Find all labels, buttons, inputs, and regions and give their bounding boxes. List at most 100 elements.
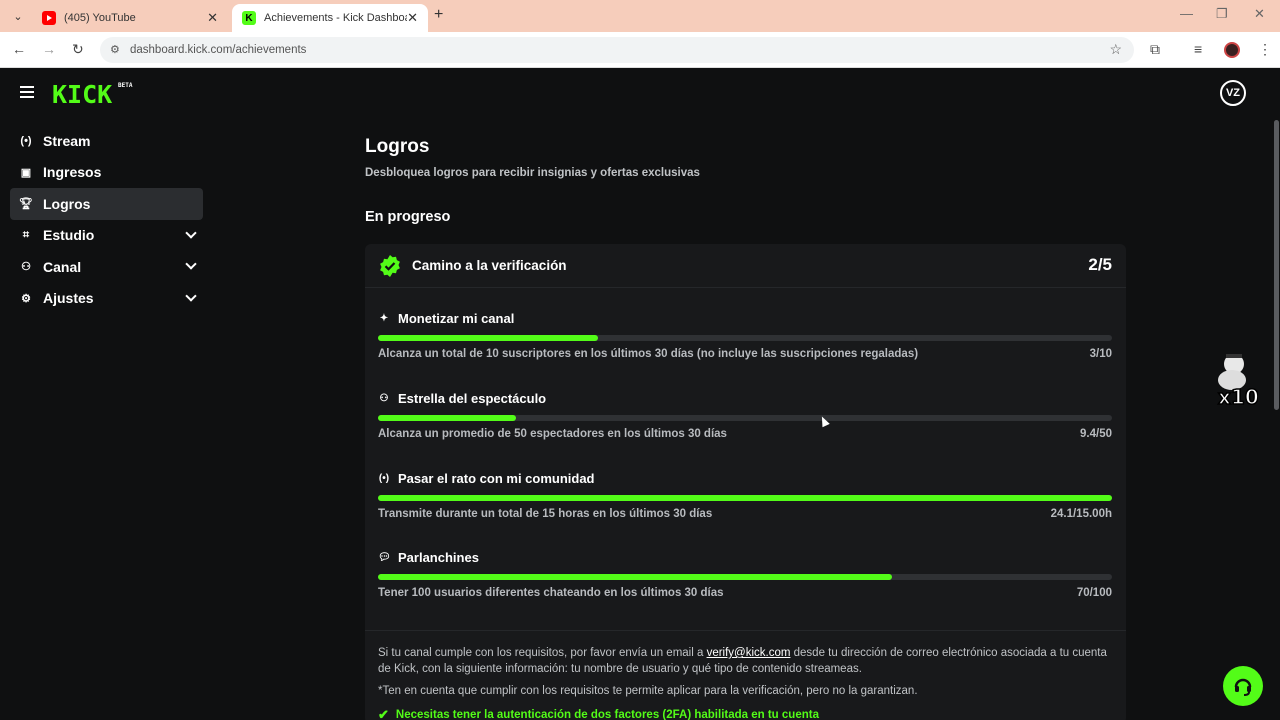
- forward-icon[interactable]: →: [42, 41, 56, 57]
- progress-fill: [378, 415, 516, 421]
- back-icon[interactable]: ←: [12, 41, 26, 57]
- sidebar-item-stream[interactable]: (•) Stream: [10, 125, 203, 157]
- sidebar-item-label: Logros: [43, 195, 91, 212]
- trophy-icon: 🏆︎: [19, 198, 33, 211]
- goal-value: 9.4/50: [1080, 428, 1112, 440]
- tab-search-dropdown[interactable]: ⌄: [8, 6, 28, 26]
- info-paragraph: Si tu canal cumple con los requisitos, p…: [378, 645, 1118, 677]
- goal-value: 3/10: [1089, 348, 1112, 360]
- progress-fill: [378, 574, 892, 580]
- achievement-card: Camino a la verificación 2/5 ✦ Monetizar …: [365, 244, 1126, 720]
- check-icon: ✔: [378, 707, 389, 720]
- page-subtitle: Desbloquea logros para recibir insignias…: [365, 167, 700, 179]
- verification-info: Si tu canal cumple con los requisitos, p…: [365, 630, 1126, 720]
- goal-description: Alcanza un total de 10 suscriptores en l…: [378, 348, 919, 360]
- info-note: *Ten en cuenta que cumplir con los requi…: [378, 685, 918, 697]
- chat-icon: 💬︎: [378, 552, 391, 563]
- close-tab-icon[interactable]: ✕: [207, 10, 218, 26]
- progress-fill: [378, 495, 1112, 501]
- url-text: dashboard.kick.com/achievements: [130, 44, 307, 56]
- gear-icon: ⚙: [21, 292, 31, 305]
- sidebar-item-canal[interactable]: ⚇ Canal: [10, 251, 203, 283]
- sidebar-item-ajustes[interactable]: ⚙ Ajustes: [10, 283, 203, 315]
- sidebar-item-label: Ingresos: [43, 164, 102, 181]
- progress-bar: [378, 495, 1112, 501]
- chart-icon: ▣: [20, 166, 32, 179]
- info-text: Si tu canal cumple con los requisitos, p…: [378, 647, 707, 659]
- sidebar-item-label: Canal: [43, 258, 82, 275]
- broadcast-icon: (•): [378, 473, 390, 484]
- tab-youtube[interactable]: (405) YouTube ✕: [32, 4, 228, 32]
- goal-value: 24.1/15.00h: [1050, 508, 1112, 520]
- avatar-initials: VZ: [1225, 87, 1241, 99]
- goal-title: Monetizar mi canal: [398, 311, 515, 326]
- hamburger-menu-icon[interactable]: [20, 86, 34, 98]
- broadcast-icon: (•): [20, 134, 32, 147]
- sidebar-item-estudio[interactable]: ⌗ Estudio: [10, 220, 203, 252]
- more-menu-icon[interactable]: ⋮: [1258, 41, 1272, 58]
- progress-fill: [378, 335, 599, 341]
- achievement-title: Camino a la verificación: [412, 258, 567, 273]
- app-header: KICK BETA: [0, 68, 1280, 120]
- media-control-icon[interactable]: ≡: [1194, 41, 1202, 57]
- chevron-down-icon[interactable]: [185, 258, 197, 270]
- tab-title: (405) YouTube: [64, 12, 136, 24]
- sidebar: (•) Stream ▣ Ingresos 🏆︎ Logros ⌗ Estudi…: [10, 125, 203, 314]
- user-avatar[interactable]: VZ: [1220, 80, 1246, 106]
- sidebar-item-label: Stream: [43, 132, 91, 149]
- chevron-down-icon[interactable]: [185, 226, 197, 239]
- goal-title: Pasar el rato con mi comunidad: [398, 471, 595, 486]
- channel-icon: ⚇: [21, 261, 31, 274]
- site-info-icon[interactable]: ⚙: [110, 43, 120, 56]
- goal-description: Tener 100 usuarios diferentes chateando …: [378, 587, 724, 599]
- goal-title: Parlanchines: [398, 550, 479, 565]
- close-tab-icon[interactable]: ✕: [407, 10, 418, 26]
- sidebar-item-label: Ajustes: [43, 290, 94, 307]
- address-bar[interactable]: ⚙ dashboard.kick.com/achievements ☆: [100, 37, 1134, 63]
- achievement-header[interactable]: Camino a la verificación 2/5: [365, 244, 1126, 288]
- progress-bar: [378, 574, 1112, 580]
- overlay-sticker-icon: x10: [1217, 354, 1258, 408]
- support-chat-button[interactable]: [1223, 666, 1263, 706]
- browser-tab-bar: ⌄ (405) YouTube ✕ K Achievements - Kick …: [0, 0, 1280, 32]
- youtube-favicon-icon: [42, 11, 56, 25]
- progress-bar: [378, 335, 1112, 341]
- svg-text:x10: x10: [1218, 385, 1258, 408]
- scrollbar[interactable]: [1274, 120, 1279, 410]
- kick-favicon-icon: K: [242, 11, 256, 25]
- verified-badge-icon: [380, 255, 400, 277]
- headset-icon: [1234, 678, 1252, 696]
- profile-avatar-icon[interactable]: [1224, 42, 1240, 58]
- extensions-icon[interactable]: ⧉: [1150, 41, 1160, 58]
- requirement-text: Necesitas tener la autenticación de dos …: [395, 709, 819, 720]
- sidebar-item-label: Estudio: [43, 227, 95, 244]
- sidebar-item-logros[interactable]: 🏆︎ Logros: [10, 188, 203, 220]
- browser-toolbar: ← → ↻ ⚙ dashboard.kick.com/achievements …: [0, 32, 1280, 68]
- goal-value: 70/100: [1076, 587, 1112, 599]
- close-window-icon[interactable]: ✕: [1254, 6, 1265, 22]
- minimize-icon[interactable]: —: [1180, 6, 1193, 21]
- tab-title: Achievements - Kick Dashboard: [264, 12, 408, 24]
- users-icon: ⚇: [379, 393, 389, 404]
- reload-icon[interactable]: ↻: [72, 41, 84, 58]
- sidebar-item-ingresos[interactable]: ▣ Ingresos: [10, 157, 203, 189]
- section-title: En progreso: [365, 209, 451, 225]
- page-title: Logros: [365, 136, 430, 157]
- goal-title: Estrella del espectáculo: [398, 391, 547, 406]
- achievement-count: 2/5: [1088, 255, 1112, 274]
- goal-description: Transmite durante un total de 15 horas e…: [378, 508, 713, 520]
- email-link[interactable]: verify@kick.com: [707, 647, 791, 659]
- progress-bar: [378, 415, 1112, 421]
- studio-icon: ⌗: [22, 228, 30, 241]
- tab-achievements[interactable]: K Achievements - Kick Dashboard ✕: [232, 4, 428, 32]
- logo-text: KICK: [52, 80, 113, 109]
- restore-icon[interactable]: ❐: [1216, 6, 1228, 22]
- bookmark-star-icon[interactable]: ☆: [1109, 41, 1122, 58]
- requirement-item: ✔ Necesitas tener la autenticación de do…: [378, 707, 819, 720]
- sparkle-icon: ✦: [379, 313, 389, 324]
- goal-description: Alcanza un promedio de 50 espectadores e…: [378, 428, 727, 440]
- beta-badge: BETA: [118, 82, 133, 89]
- kick-logo[interactable]: KICK BETA: [52, 80, 132, 109]
- chevron-down-icon[interactable]: [185, 289, 197, 302]
- new-tab-button[interactable]: +: [434, 6, 443, 24]
